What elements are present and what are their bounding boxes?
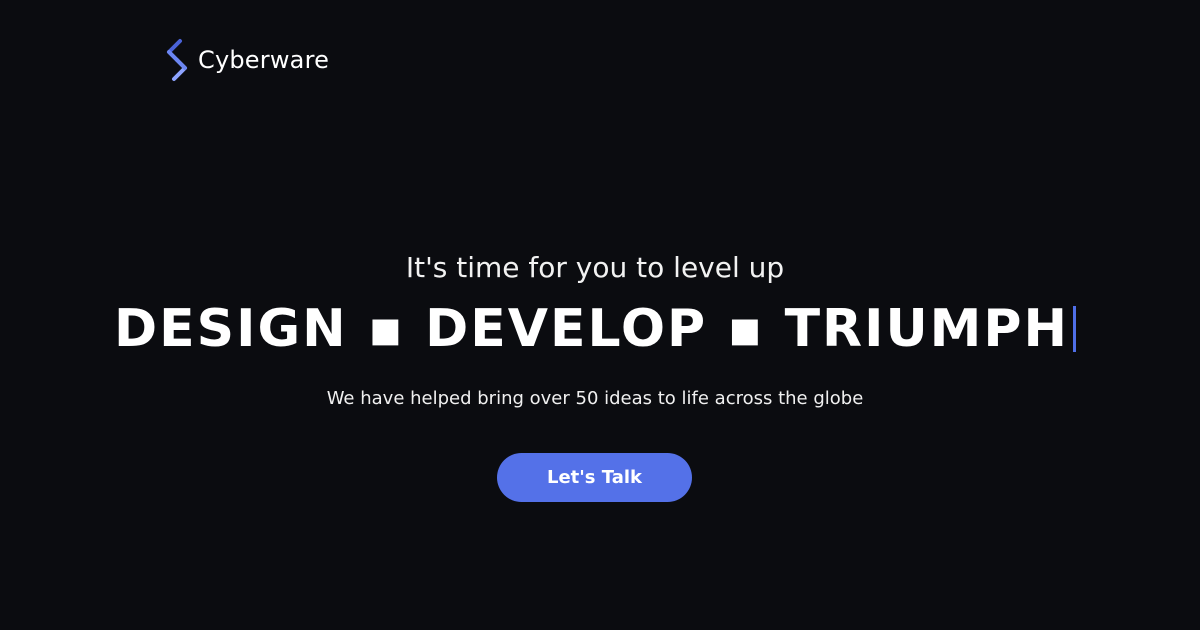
hero-section: It's time for you to level up DESIGN ▪ D… xyxy=(0,0,1200,630)
lets-talk-button[interactable]: Let's Talk xyxy=(497,453,692,502)
hero-tagline: It's time for you to level up xyxy=(405,251,785,284)
hero-headline: DESIGN ▪ DEVELOP ▪ TRIUMPH xyxy=(113,299,1070,359)
typing-cursor xyxy=(1073,306,1077,352)
hero-subtext: We have helped bring over 50 ideas to li… xyxy=(326,388,864,409)
hero-headline-container: DESIGN ▪ DEVELOP ▪ TRIUMPH xyxy=(0,298,1190,360)
